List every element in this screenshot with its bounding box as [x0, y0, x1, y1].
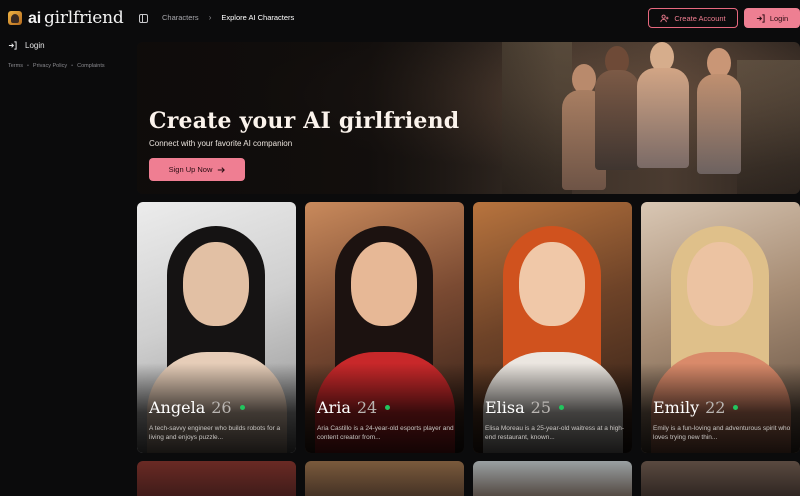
- character-card-emily[interactable]: Emily 22 Emily is a fun-loving and adven…: [641, 202, 800, 453]
- user-plus-icon: [660, 14, 669, 22]
- separator-dot: •: [71, 63, 74, 69]
- create-account-button[interactable]: Create Account: [648, 8, 738, 28]
- separator-dot: •: [26, 63, 29, 69]
- sidebar: ai girlfriend Login Terms • Privacy Polic…: [0, 0, 136, 496]
- arrow-right-icon: [218, 166, 226, 173]
- character-description: Elisa Moreau is a 25-year-old waitress a…: [485, 425, 625, 442]
- character-card-partial[interactable]: [305, 461, 464, 496]
- breadcrumb-characters[interactable]: Characters: [162, 13, 199, 22]
- online-status-indicator: [559, 405, 565, 410]
- character-name: Elisa: [485, 398, 525, 417]
- character-age: 24: [356, 398, 378, 417]
- privacy-policy-link[interactable]: Privacy Policy: [33, 63, 67, 69]
- login-arrow-icon: [756, 13, 765, 23]
- app-root: ai girlfriend Login Terms • Privacy Polic…: [0, 0, 800, 496]
- hero-banner: Create your AI girlfriend Connect with y…: [137, 42, 800, 194]
- logo-name: girlfriend: [43, 8, 124, 28]
- sign-up-button[interactable]: Sign Up Now: [149, 158, 245, 181]
- logo-text: ai girlfriend: [28, 8, 124, 28]
- sidebar-login-button[interactable]: Login: [8, 41, 45, 50]
- card-name-row: Aria 24: [317, 398, 391, 417]
- character-card-partial[interactable]: [641, 461, 800, 496]
- logo-badge-icon: [8, 11, 22, 25]
- sign-up-label: Sign Up Now: [168, 165, 213, 174]
- character-card-angela[interactable]: Angela 26 A tech-savvy engineer who buil…: [137, 202, 296, 453]
- logo[interactable]: ai girlfriend: [8, 8, 124, 28]
- online-status-indicator: [239, 405, 245, 410]
- card-name-row: Angela 26: [149, 398, 245, 417]
- online-status-indicator: [385, 405, 391, 410]
- breadcrumb-current: Explore AI Characters: [221, 13, 295, 22]
- hero-figure: [637, 42, 689, 194]
- character-card-elisa[interactable]: Elisa 25 Elisa Moreau is a 25-year-old w…: [473, 202, 632, 453]
- footer-links: Terms • Privacy Policy • Complaints: [8, 63, 105, 69]
- complaints-link[interactable]: Complaints: [77, 63, 105, 69]
- top-bar: Characters › Explore AI Characters Creat…: [136, 0, 800, 38]
- character-card-partial[interactable]: [473, 461, 632, 496]
- breadcrumb: Characters › Explore AI Characters: [162, 13, 294, 22]
- chevron-right-icon: ›: [208, 13, 212, 22]
- hero-background-window: [737, 60, 800, 194]
- hero-figure: [697, 48, 741, 194]
- character-card-aria[interactable]: Aria 24 Aria Castillo is a 24-year-old e…: [305, 202, 464, 453]
- character-age: 25: [530, 398, 552, 417]
- logo-prefix: ai: [28, 10, 41, 27]
- card-name-row: Emily 22: [653, 398, 739, 417]
- hero-title: Create your AI girlfriend: [149, 108, 460, 134]
- sidebar-login-label: Login: [25, 41, 45, 50]
- sidebar-toggle-icon[interactable]: [139, 14, 148, 23]
- character-name: Aria: [317, 398, 351, 417]
- login-button[interactable]: Login: [744, 8, 800, 28]
- create-account-label: Create Account: [674, 13, 726, 23]
- character-description: A tech-savvy engineer who builds robots …: [149, 425, 281, 442]
- character-name: Angela: [149, 398, 206, 417]
- character-age: 22: [705, 398, 726, 417]
- online-status-indicator: [733, 405, 739, 410]
- card-name-row: Elisa 25: [485, 398, 565, 417]
- terms-link[interactable]: Terms: [8, 63, 23, 69]
- character-card-partial[interactable]: [137, 461, 296, 496]
- character-age: 26: [211, 398, 232, 417]
- login-label: Login: [769, 13, 789, 23]
- login-arrow-icon: [8, 41, 17, 50]
- character-description: Aria Castillo is a 24-year-old esports p…: [317, 425, 454, 442]
- hero-subtitle: Connect with your favorite AI companion: [149, 139, 293, 148]
- hero-figure: [595, 44, 639, 194]
- character-description: Emily is a fun-loving and adventurous sp…: [653, 425, 791, 442]
- character-name: Emily: [653, 398, 700, 417]
